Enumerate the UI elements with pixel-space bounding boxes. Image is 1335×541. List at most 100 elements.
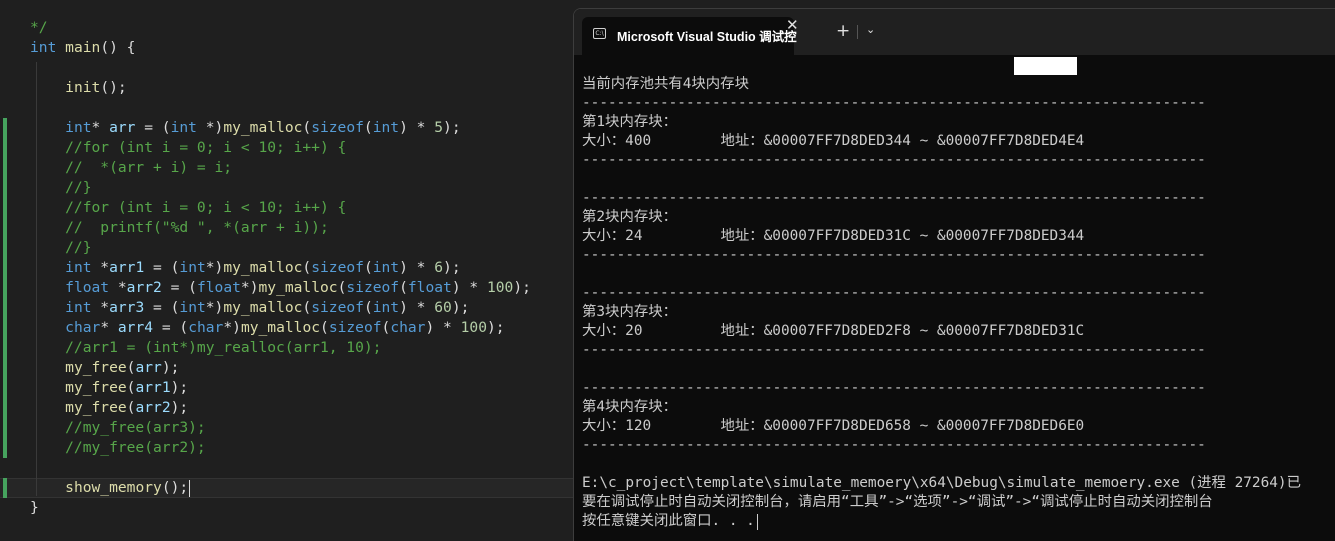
code-line: //} [30,178,92,198]
code-token: arr2 [126,279,162,296]
console-line: ----------------------------------------… [582,342,1206,358]
code-token: = ( [135,119,171,136]
new-tab-button[interactable]: + [836,21,850,41]
code-line: //arr1 = (int*)my_realloc(arr1, 10); [30,338,381,358]
code-line: int main() { [30,38,135,58]
code-token: int [372,299,400,316]
code-token: = ( [144,259,180,276]
code-token: ) * [399,299,435,316]
code-token: sizeof [311,119,364,136]
code-token: arr [135,359,162,376]
code-token: = ( [144,299,180,316]
code-token: my_malloc [258,279,338,296]
debug-console-window[interactable]: C:\ Microsoft Visual Studio 调试控 ✕ + ⌄ 当前… [573,8,1335,541]
code-line: my_free(arr); [30,358,179,378]
code-token: //my_free(arr3); [30,419,206,436]
code-token: show_memory [65,479,162,496]
code-token: float [196,279,241,296]
code-token: int [372,119,400,136]
console-caret [756,514,758,530]
console-line: 按任意键关闭此窗口. . . [582,513,755,529]
code-line: my_free(arr2); [30,398,188,418]
code-line: float *arr2 = (float*)my_malloc(sizeof(f… [30,278,531,298]
divider [857,25,858,39]
code-token: sizeof [311,259,364,276]
code-token: // printf("%d ", *(arr + i)); [30,219,329,236]
code-token: 100 [460,319,487,336]
code-token: * [91,119,110,136]
code-line: } [30,498,39,518]
code-line: my_free(arr1); [30,378,188,398]
close-icon[interactable]: ✕ [786,16,799,34]
code-token: //} [30,179,92,196]
code-line: //my_free(arr2); [30,438,206,458]
code-token: 60 [434,299,452,316]
code-token: ( [302,259,312,276]
code-token: (); [100,79,127,96]
code-line: char* arr4 = (char*)my_malloc(sizeof(cha… [30,318,504,338]
code-token: char [65,319,101,336]
code-token: */ [30,19,48,36]
console-line: 第3块内存块： [582,304,678,320]
code-token: float [407,279,452,296]
code-token: my_free [65,399,127,416]
code-token: ( [363,299,373,316]
code-token: *) [196,119,224,136]
code-token: () { [100,39,136,56]
code-token: my_malloc [223,119,303,136]
console-tab[interactable]: C:\ Microsoft Visual Studio 调试控 [582,17,797,55]
code-token: (); [161,479,189,496]
console-app-icon: C:\ [593,28,606,39]
code-token: 5 [434,119,444,136]
code-token: ( [320,319,329,336]
change-indicator [3,118,7,458]
code-token: my_free [65,359,127,376]
code-token: sizeof [346,279,400,296]
code-line: //} [30,238,91,258]
code-token: * [91,299,110,316]
code-token: //for (int i = 0; i < 10; i++) { [30,139,347,156]
code-editor[interactable]: */int main() { init(); int* arr = (int *… [0,0,575,540]
code-token: ); [161,359,180,376]
code-token: main [65,39,101,56]
code-token: * [100,319,118,336]
code-token: ); [443,259,461,276]
code-token: int [372,259,400,276]
code-token: * [109,279,127,296]
code-token: int [65,119,92,136]
code-token: ); [170,379,189,396]
terminal-titlebar: C:\ Microsoft Visual Studio 调试控 ✕ + ⌄ [574,9,1335,55]
code-token: int [30,39,57,56]
code-token: arr3 [109,299,145,316]
code-line: //for (int i = 0; i < 10; i++) { [30,198,346,218]
code-line: */ [30,18,48,38]
code-line: int* arr = (int *)my_malloc(sizeof(int) … [30,118,461,138]
code-token: ( [363,259,373,276]
code-token: * [91,259,110,276]
code-token: arr1 [109,259,145,276]
text-caret [189,480,191,497]
code-line: int *arr1 = (int*)my_malloc(sizeof(int) … [30,258,461,278]
tab-title: Microsoft Visual Studio 调试控 [617,30,797,44]
code-token: ) * [451,279,487,296]
code-token: *) [240,279,259,296]
code-token: //my_free(arr2); [30,439,206,456]
console-line: 大小：20 地址：&00007FF7D8DED2F8 ~ &00007FF7D8… [582,323,1085,339]
code-token: //arr1 = (int*)my_realloc(arr1, 10); [30,339,382,356]
redaction-box [1014,57,1077,75]
code-token: arr4 [117,319,154,336]
code-token: ( [399,279,408,296]
console-line: 当前内存池共有4块内存块 [582,76,749,92]
code-token: ); [443,119,461,136]
code-line: int *arr3 = (int*)my_malloc(sizeof(int) … [30,298,469,318]
console-line: 要在调试停止时自动关闭控制台，请启用“工具”->“选项”->“调试”->“调试停… [582,494,1213,510]
chevron-down-icon[interactable]: ⌄ [866,23,875,36]
code-token: float [65,279,110,296]
code-line: // *(arr + i) = i; [30,158,232,178]
